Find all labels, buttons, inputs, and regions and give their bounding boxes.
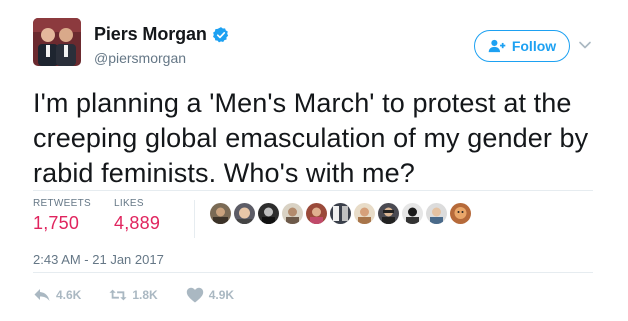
liker-avatar[interactable] — [210, 203, 231, 224]
liker-avatar[interactable] — [258, 203, 279, 224]
heart-icon — [186, 287, 203, 303]
retweets-stat[interactable]: RETWEETS 1,750 — [33, 198, 91, 234]
verified-badge-icon — [212, 26, 228, 42]
like-count: 4.9K — [208, 288, 235, 302]
add-user-icon — [488, 39, 506, 53]
liker-avatar[interactable] — [426, 203, 447, 224]
retweet-count: 1.8K — [132, 288, 158, 302]
liker-avatars — [210, 203, 471, 224]
tweet-timestamp[interactable]: 2:43 AM - 21 Jan 2017 — [33, 252, 164, 267]
liker-avatar[interactable] — [354, 203, 375, 224]
reply-button[interactable]: 4.6K — [33, 287, 81, 303]
retweets-value: 1,750 — [33, 213, 80, 233]
reply-icon — [34, 289, 50, 301]
liker-avatar[interactable] — [378, 203, 399, 224]
liker-avatar[interactable] — [234, 203, 255, 224]
like-button[interactable]: 4.9K — [186, 287, 234, 303]
reply-count: 4.6K — [56, 288, 82, 302]
author-handle[interactable]: @piersmorgan — [94, 50, 230, 66]
tweet-text: I'm planning a 'Men's March' to protest … — [33, 88, 589, 188]
follow-button[interactable]: Follow — [474, 30, 570, 62]
liker-avatar[interactable] — [282, 203, 303, 224]
likes-value: 4,889 — [114, 213, 161, 233]
author-avatar[interactable] — [33, 18, 81, 66]
liker-avatar[interactable] — [402, 203, 423, 224]
likes-stat[interactable]: LIKES 4,889 — [114, 198, 160, 234]
liker-avatar[interactable] — [450, 203, 471, 224]
retweets-label: RETWEETS — [33, 198, 91, 209]
author-info: Piers Morgan @piersmorgan — [94, 24, 230, 66]
liker-avatar[interactable] — [306, 203, 327, 224]
tweet-actions: 4.6K 1.8K 4.9K — [33, 287, 262, 303]
retweet-icon — [109, 289, 127, 301]
liker-avatar[interactable] — [330, 203, 351, 224]
retweet-button[interactable]: 1.8K — [109, 287, 158, 303]
author-display-name[interactable]: Piers Morgan — [94, 24, 207, 45]
stats-separator — [194, 200, 195, 238]
chevron-down-icon[interactable] — [578, 38, 592, 52]
actions-top-divider — [33, 272, 593, 273]
stats-top-divider — [33, 190, 593, 191]
follow-button-label: Follow — [511, 38, 557, 54]
likes-label: LIKES — [114, 198, 144, 209]
